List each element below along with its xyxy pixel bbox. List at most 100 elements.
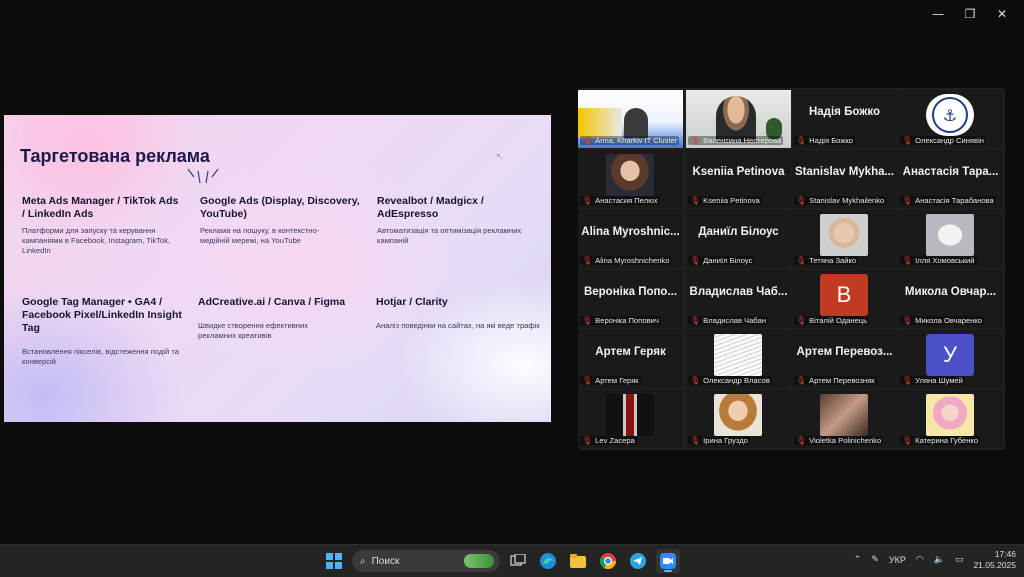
participant-label: 🎙 Тетяна Зайко	[794, 256, 859, 265]
tool-card-description: Аналіз поведінки на сайтах, на які веде …	[376, 321, 540, 330]
participant-display-name: Надія Божко	[808, 106, 881, 118]
participant-tile[interactable]: Вероніка Попо... 🎙 Вероніка Попович	[578, 270, 683, 328]
participant-name: Владислав Чабан	[703, 316, 767, 325]
volume-icon[interactable]: 🔈	[934, 555, 945, 565]
participant-tile[interactable]: Надія Божко 🎙 Надія Божко	[792, 90, 897, 148]
banner-graphic	[578, 108, 622, 138]
participant-tile[interactable]: Микола Овчар... 🎙 Микола Овчаренко	[898, 270, 1003, 328]
participant-avatar: У	[926, 334, 974, 376]
participant-tile[interactable]: B 🎙 Віталій Оданець	[792, 270, 897, 328]
participant-photo	[820, 394, 868, 436]
language-indicator[interactable]: УКР	[889, 555, 906, 565]
battery-icon[interactable]: ▭	[955, 555, 964, 565]
participant-tile[interactable]: 🎙 Анастасия Пелюх	[578, 150, 683, 208]
participant-tile[interactable]: Владислав Чаб... 🎙 Владислав Чабан	[686, 270, 791, 328]
participant-tile[interactable]: Kseniia Petinova 🎙 Kseniia Petinova	[686, 150, 791, 208]
participant-label: 🎙 Уляна Шумей	[900, 376, 965, 385]
participant-label: 🎙 Валентина Нестерова	[688, 136, 784, 145]
participant-tile-active-speaker[interactable]: 🎙 Валентина Нестерова	[686, 90, 791, 148]
chrome-icon[interactable]	[596, 549, 620, 573]
window-controls: — ❐ ✕	[922, 6, 1018, 22]
participant-tile[interactable]: ⚓ 🎙 Олександр Синявін	[898, 90, 1003, 148]
participant-tile[interactable]: 🎙 Ілля Хомовський	[898, 210, 1003, 268]
participant-tile[interactable]: 🎙 Anna, Kharkiv IT Cluster	[578, 90, 683, 148]
participant-label: 🎙 Violetka Polinichenko	[794, 436, 884, 445]
participant-name: Анастасия Пелюх	[595, 196, 658, 205]
participant-tile[interactable]: Даниїл Білоус 🎙 Даниїл Білоус	[686, 210, 791, 268]
muted-mic-icon: 🎙	[796, 196, 807, 205]
muted-mic-icon: 🎙	[582, 376, 593, 385]
pen-icon[interactable]: ✎	[871, 555, 879, 565]
participant-tile[interactable]: Артем Перевоз... 🎙 Артем Перевозняк	[792, 330, 897, 388]
participant-display-name: Kseniia Petinova	[692, 166, 785, 178]
svg-text:⚓: ⚓	[943, 106, 957, 125]
muted-mic-icon: 🎙	[796, 436, 807, 445]
muted-mic-icon: 🎙	[582, 316, 593, 325]
participant-name: Anna, Kharkiv IT Cluster	[595, 136, 678, 145]
participant-name: Анастасія Тарабанова	[915, 196, 994, 205]
muted-mic-icon: 🎙	[582, 136, 593, 145]
close-button[interactable]: ✕	[986, 6, 1018, 22]
search-placeholder: Поиск	[371, 555, 400, 567]
tool-card: Google Tag Manager • GA4 / Facebook Pixe…	[22, 296, 182, 367]
participant-name: Ірина Груздо	[703, 436, 748, 445]
restore-button[interactable]: ❐	[954, 6, 986, 22]
tool-card-heading: Meta Ads Manager / TikTok Ads / LinkedIn…	[22, 195, 179, 220]
telegram-icon[interactable]	[626, 549, 650, 573]
participant-name: Stanislav Mykhailenko	[809, 196, 885, 205]
participant-label: 🎙 Anna, Kharkiv IT Cluster	[580, 136, 680, 145]
chevron-up-icon[interactable]: ⌃	[854, 555, 862, 565]
file-explorer-icon[interactable]	[566, 549, 590, 573]
participant-display-name: Вероніка Попо...	[583, 286, 678, 298]
muted-mic-icon: 🎙	[690, 136, 701, 145]
participant-tile[interactable]: 🎙 Lev Zacepa	[578, 390, 683, 448]
participant-tile[interactable]: 🎙 Ірина Груздо	[686, 390, 791, 448]
tool-card-description: Платформи для запуску та керування кампа…	[22, 226, 171, 255]
clock[interactable]: 17:46 21.05.2025	[973, 549, 1016, 571]
participant-tile[interactable]: 🎙 Тетяна Зайко	[792, 210, 897, 268]
task-view-icon[interactable]	[506, 549, 530, 573]
organization-logo-icon: ⚓	[926, 94, 974, 136]
participant-avatar: B	[820, 274, 868, 316]
participant-name: Віталій Оданець	[809, 316, 868, 325]
wifi-icon[interactable]: ◠	[916, 555, 924, 565]
tool-card-description: Автоматизація та оптимізація рекламних к…	[377, 226, 522, 245]
participant-label: 🎙 Артем Перевозняк	[794, 376, 877, 385]
participant-photo	[714, 394, 762, 436]
participant-tile[interactable]: 🎙 Violetka Polinichenko	[792, 390, 897, 448]
taskbar: ⌕ Поиск ⌃ ✎ УКР ◠ 🔈 ▭ 17:46 21.05.2025	[0, 544, 1024, 577]
taskbar-apps: ⌕ Поиск	[322, 549, 680, 573]
participant-name: Kseniia Petinova	[703, 196, 760, 205]
participant-label: 🎙 Ілля Хомовський	[900, 256, 977, 265]
active-app-indicator	[664, 570, 672, 572]
taskbar-search-box[interactable]: ⌕ Поиск	[352, 550, 500, 572]
participant-label: 🎙 Alina Myroshnichenko	[580, 256, 672, 265]
participant-tile[interactable]: Stanislav Mykha... 🎙 Stanislav Mykhailenk…	[792, 150, 897, 208]
tool-card-heading: Revealbot / Madgicx / AdEspresso	[377, 195, 484, 220]
system-tray: ⌃ ✎ УКР ◠ 🔈 ▭ 17:46 21.05.2025	[854, 549, 1016, 571]
clock-date: 21.05.2025	[973, 560, 1016, 570]
participant-photo	[606, 394, 654, 436]
participant-label: 🎙 Kseniia Petinova	[688, 196, 762, 205]
tool-card-description: Реклама на пошуку, в контекстно-медійній…	[200, 226, 320, 245]
participant-label: 🎙 Артем Геряк	[580, 376, 641, 385]
participant-name: Микола Овчаренко	[915, 316, 983, 325]
participant-tile[interactable]: 🎙 Катерина Губенко	[898, 390, 1003, 448]
muted-mic-icon: 🎙	[690, 376, 701, 385]
muted-mic-icon: 🎙	[690, 436, 701, 445]
minimize-button[interactable]: —	[922, 6, 954, 22]
participant-gallery: 🎙 Anna, Kharkiv IT Cluster 🎙 Валентина Нес…	[578, 88, 1005, 450]
participant-tile[interactable]: 🎙 Олександр Власов	[686, 330, 791, 388]
edge-icon[interactable]	[536, 549, 560, 573]
participant-label: 🎙 Stanislav Mykhailenko	[794, 196, 887, 205]
tool-card: Google Ads (Display, Discovery, YouTube)…	[200, 195, 360, 246]
windows-start-icon[interactable]	[322, 549, 346, 573]
tool-card: Revealbot / Madgicx / AdEspresso Автомат…	[377, 195, 545, 246]
participant-tile[interactable]: Анастасія Тара... 🎙 Анастасія Тарабанова	[898, 150, 1003, 208]
muted-mic-icon: 🎙	[690, 316, 701, 325]
participant-photo	[714, 334, 762, 376]
participant-tile[interactable]: Артем Геряк 🎙 Артем Геряк	[578, 330, 683, 388]
participant-tile[interactable]: Alina Myroshnic... 🎙 Alina Myroshnichenko	[578, 210, 683, 268]
participant-tile[interactable]: У 🎙 Уляна Шумей	[898, 330, 1003, 388]
zoom-icon[interactable]	[656, 549, 680, 573]
